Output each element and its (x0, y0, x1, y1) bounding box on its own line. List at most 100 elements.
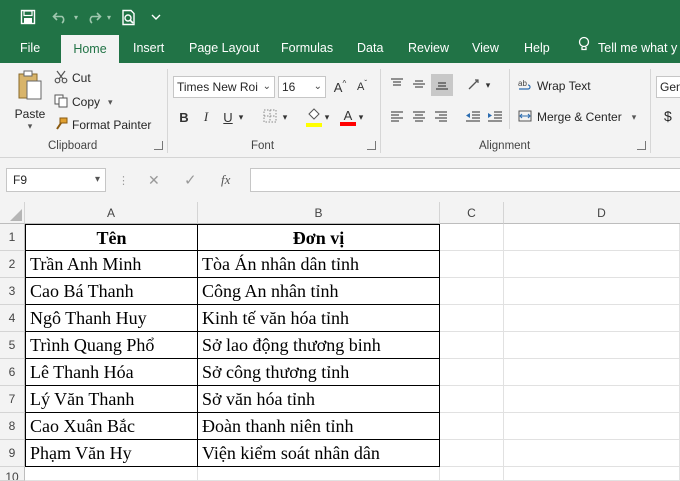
row-header-8[interactable]: 8 (0, 413, 25, 440)
row-header-5[interactable]: 5 (0, 332, 25, 359)
merge-center-dropdown-icon[interactable]: ▾ (632, 112, 637, 123)
orientation-dropdown-icon[interactable]: ▾ (483, 75, 493, 95)
cell-b9[interactable]: Viện kiểm soát nhân dân (198, 440, 440, 467)
undo-icon[interactable] (50, 6, 70, 28)
decrease-indent-button[interactable] (463, 107, 483, 127)
enter-icon[interactable]: ✓ (184, 170, 197, 190)
align-left-button[interactable] (387, 107, 407, 127)
cell-a4[interactable]: Ngô Thanh Huy (25, 305, 198, 332)
underline-dropdown-icon[interactable]: ▾ (236, 107, 246, 127)
cell-c5[interactable] (440, 332, 504, 359)
name-box-dropdown-icon[interactable]: ▾ (95, 169, 100, 191)
grow-font-button[interactable]: A ^ (330, 77, 350, 97)
cell-a1[interactable]: Tên (25, 224, 198, 251)
cell-c8[interactable] (440, 413, 504, 440)
cell-a9[interactable]: Phạm Văn Hy (25, 440, 198, 467)
row-header-6[interactable]: 6 (0, 359, 25, 386)
cell-b5[interactable]: Sở lao động thương binh (198, 332, 440, 359)
cell-d1[interactable] (504, 224, 680, 251)
redo-icon[interactable] (84, 6, 104, 28)
insert-function-icon[interactable]: fx (221, 170, 230, 190)
shrink-font-button[interactable]: Aˇ (352, 77, 372, 97)
fill-color-button[interactable] (304, 107, 324, 127)
formula-input[interactable] (250, 168, 680, 192)
tab-home[interactable]: Home (61, 35, 119, 63)
cell-c10[interactable] (440, 467, 504, 481)
cell-d5[interactable] (504, 332, 680, 359)
wrap-text-button[interactable]: ab Wrap Text (518, 77, 591, 95)
bottom-align-button[interactable] (431, 74, 453, 96)
cancel-icon[interactable]: ✕ (148, 170, 160, 190)
row-header-7[interactable]: 7 (0, 386, 25, 413)
tab-data[interactable]: Data (357, 33, 383, 63)
name-box[interactable]: F9 ▾ (6, 168, 106, 192)
cell-d3[interactable] (504, 278, 680, 305)
column-header-c[interactable]: C (440, 202, 504, 224)
clipboard-launcher-icon[interactable] (154, 141, 163, 150)
row-header-10[interactable]: 10 (0, 467, 25, 481)
cell-b1[interactable]: Đơn vị (198, 224, 440, 251)
cell-b10[interactable] (198, 467, 440, 481)
column-header-d[interactable]: D (504, 202, 680, 224)
borders-dropdown-icon[interactable]: ▾ (280, 107, 290, 127)
font-size-combo[interactable]: 16 ⌄ (278, 76, 326, 98)
alignment-launcher-icon[interactable] (637, 141, 646, 150)
cell-d4[interactable] (504, 305, 680, 332)
tell-me-box[interactable]: Tell me what y (578, 33, 677, 63)
cut-button[interactable]: Cut (54, 69, 91, 87)
row-header-3[interactable]: 3 (0, 278, 25, 305)
tab-page-layout[interactable]: Page Layout (189, 33, 259, 63)
row-header-1[interactable]: 1 (0, 224, 25, 251)
font-name-combo[interactable]: Times New Roi ⌄ (173, 76, 275, 98)
cell-c7[interactable] (440, 386, 504, 413)
align-center-button[interactable] (409, 107, 429, 127)
cell-d7[interactable] (504, 386, 680, 413)
cell-a7[interactable]: Lý Văn Thanh (25, 386, 198, 413)
tab-review[interactable]: Review (408, 33, 449, 63)
redo-dropdown-icon[interactable]: ▾ (104, 6, 114, 28)
cell-d6[interactable] (504, 359, 680, 386)
font-color-dropdown-icon[interactable]: ▾ (356, 107, 366, 127)
font-launcher-icon[interactable] (367, 141, 376, 150)
borders-button[interactable] (260, 107, 280, 127)
paste-button[interactable]: Paste ▾ (10, 68, 50, 131)
cell-a5[interactable]: Trình Quang Phổ (25, 332, 198, 359)
underline-button[interactable]: U (218, 107, 238, 127)
cell-b6[interactable]: Sở công thương tỉnh (198, 359, 440, 386)
cell-a10[interactable] (25, 467, 198, 481)
cell-b2[interactable]: Tòa Án nhân dân tỉnh (198, 251, 440, 278)
cell-c6[interactable] (440, 359, 504, 386)
orientation-button[interactable] (465, 75, 485, 95)
row-header-9[interactable]: 9 (0, 440, 25, 467)
italic-button[interactable]: I (196, 107, 216, 127)
cell-b3[interactable]: Công An nhân tỉnh (198, 278, 440, 305)
save-icon[interactable] (16, 6, 40, 28)
undo-dropdown-icon[interactable]: ▾ (71, 6, 81, 28)
cell-c3[interactable] (440, 278, 504, 305)
cell-d2[interactable] (504, 251, 680, 278)
copy-button[interactable]: Copy ▾ (54, 93, 113, 111)
column-header-b[interactable]: B (198, 202, 440, 224)
cell-d8[interactable] (504, 413, 680, 440)
bold-button[interactable]: B (174, 107, 194, 127)
cell-d10[interactable] (504, 467, 680, 481)
cell-b4[interactable]: Kinh tế văn hóa tỉnh (198, 305, 440, 332)
tab-formulas[interactable]: Formulas (281, 33, 333, 63)
cell-a2[interactable]: Trần Anh Minh (25, 251, 198, 278)
customize-quick-access-icon[interactable] (148, 6, 164, 28)
format-painter-button[interactable]: Format Painter (54, 116, 151, 134)
cell-c1[interactable] (440, 224, 504, 251)
print-preview-icon[interactable] (118, 6, 140, 28)
cell-a8[interactable]: Cao Xuân Bắc (25, 413, 198, 440)
cell-c9[interactable] (440, 440, 504, 467)
cell-b8[interactable]: Đoàn thanh niên tỉnh (198, 413, 440, 440)
row-header-4[interactable]: 4 (0, 305, 25, 332)
column-header-a[interactable]: A (25, 202, 198, 224)
number-format-combo[interactable]: Gen (656, 76, 680, 98)
formula-bar-handle-icon[interactable]: ⋮ (118, 170, 129, 190)
row-header-2[interactable]: 2 (0, 251, 25, 278)
select-all-corner[interactable] (0, 202, 25, 224)
copy-dropdown-icon[interactable]: ▾ (108, 97, 113, 108)
tab-file[interactable]: File (20, 33, 40, 63)
tab-insert[interactable]: Insert (133, 33, 164, 63)
